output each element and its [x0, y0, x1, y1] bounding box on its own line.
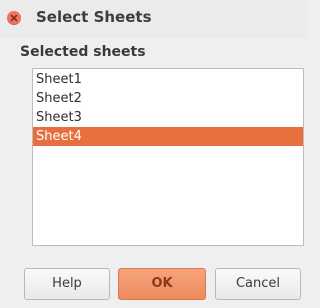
- close-icon: [10, 14, 18, 22]
- selected-sheets-label: Selected sheets: [20, 44, 146, 60]
- sheets-listbox[interactable]: Sheet1 Sheet2 Sheet3 Sheet4: [32, 68, 304, 246]
- list-item-sheet3[interactable]: Sheet3: [33, 108, 303, 127]
- list-item-sheet1[interactable]: Sheet1: [33, 70, 303, 89]
- close-button[interactable]: [7, 11, 21, 25]
- title-bar: Select Sheets: [0, 0, 308, 38]
- select-sheets-dialog: Select Sheets Selected sheets Sheet1 She…: [0, 0, 308, 308]
- cancel-button[interactable]: Cancel: [215, 268, 301, 300]
- list-item-sheet2[interactable]: Sheet2: [33, 89, 303, 108]
- ok-button[interactable]: OK: [118, 268, 206, 300]
- help-button[interactable]: Help: [24, 268, 110, 300]
- dialog-title: Select Sheets: [36, 8, 152, 26]
- list-item-sheet4[interactable]: Sheet4: [33, 127, 303, 146]
